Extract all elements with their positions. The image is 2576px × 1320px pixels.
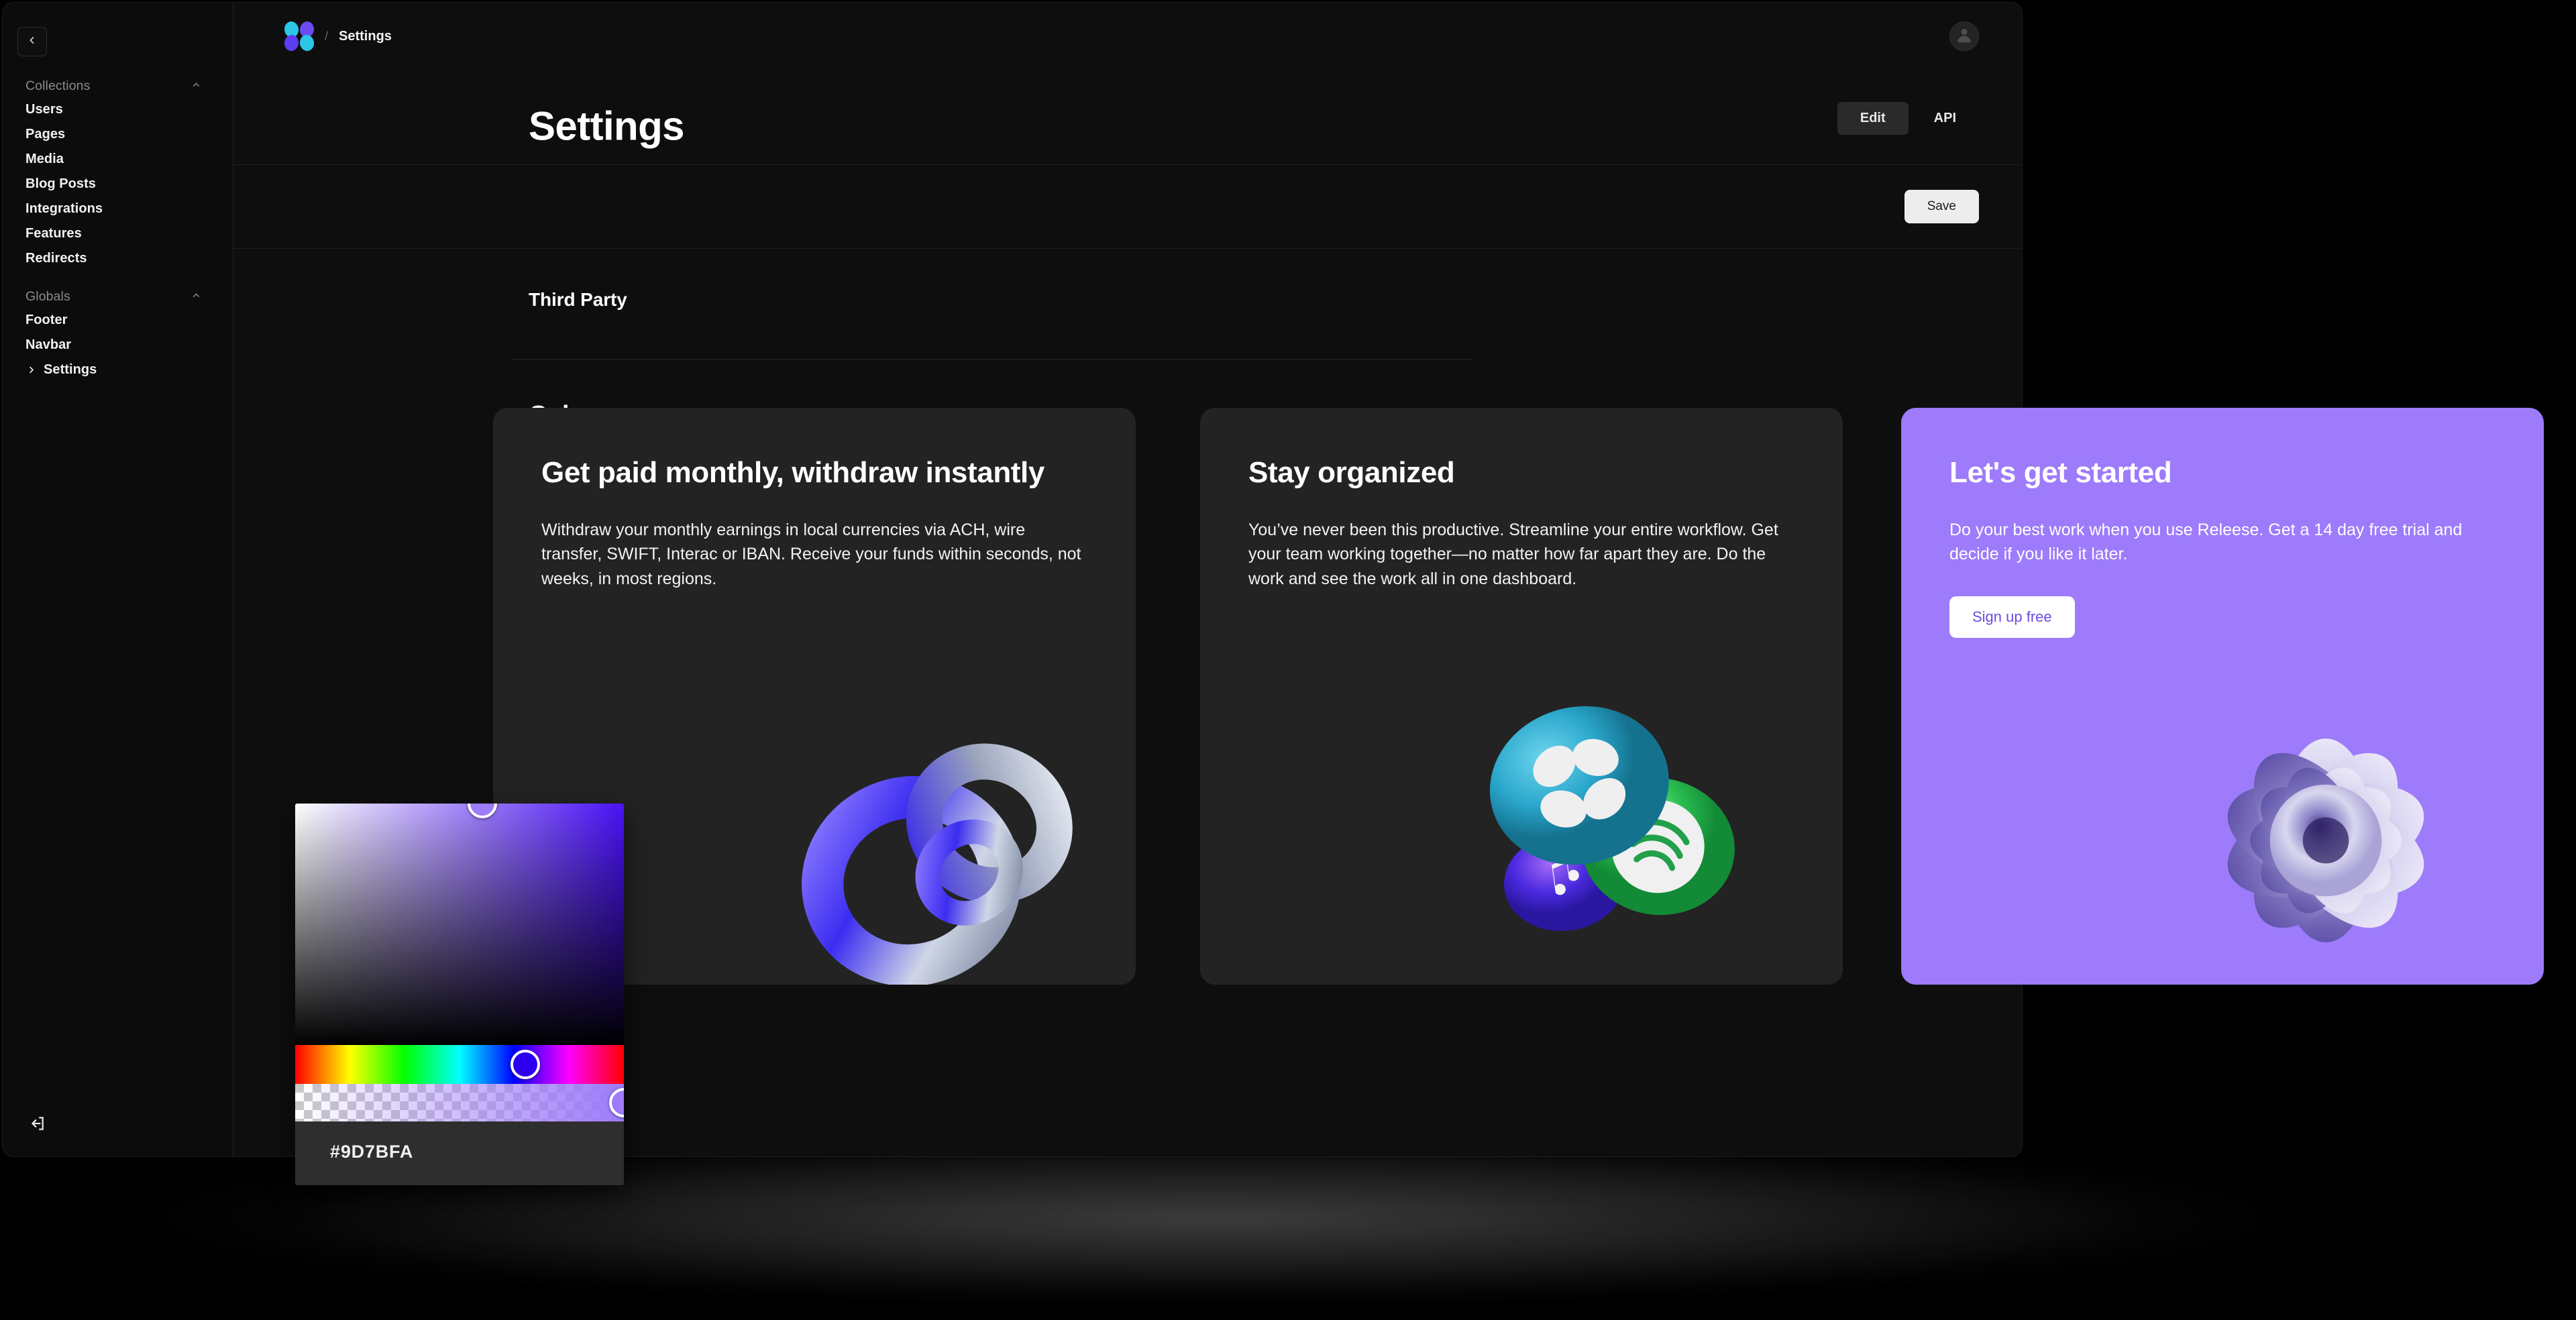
- chevron-left-icon: [27, 35, 38, 49]
- sidebar-item-settings[interactable]: Settings: [3, 358, 233, 382]
- alpha-slider[interactable]: [295, 1084, 624, 1121]
- sidebar-nav: Collections Users Pages Media Blog Posts: [3, 75, 233, 1113]
- sidebar-group-globals[interactable]: Globals: [3, 286, 233, 308]
- 3d-chrome-bloom-flower-icon: [2161, 676, 2490, 985]
- sidebar-item-label: Navbar: [25, 337, 72, 352]
- section-third-party: Third Party: [233, 249, 2022, 311]
- sidebar-item-redirects[interactable]: Redirects: [3, 246, 233, 271]
- save-button[interactable]: Save: [1904, 190, 1979, 223]
- sidebar: Collections Users Pages Media Blog Posts: [3, 3, 233, 1156]
- hue-slider[interactable]: [295, 1045, 624, 1084]
- hue-slider-handle[interactable]: [511, 1050, 540, 1079]
- sidebar-item-media[interactable]: Media: [3, 147, 233, 172]
- avatar[interactable]: [1949, 21, 1979, 51]
- sidebar-group-collections[interactable]: Collections: [3, 75, 233, 97]
- saturation-value-area[interactable]: [295, 804, 624, 1045]
- sidebar-item-label: Footer: [25, 313, 68, 327]
- chevron-up-icon: [191, 79, 202, 94]
- breadcrumb-separator: /: [325, 29, 329, 43]
- hex-value[interactable]: #9D7BFA: [295, 1121, 624, 1185]
- sidebar-footer: [3, 1113, 233, 1156]
- sidebar-item-label: Integrations: [25, 201, 103, 216]
- sidebar-item-pages[interactable]: Pages: [3, 122, 233, 147]
- preview-card-stay-organized: Stay organized You’ve never been this pr…: [1200, 408, 1843, 985]
- card-title: Get paid monthly, withdraw instantly: [541, 456, 1044, 489]
- screen-canvas: Collections Users Pages Media Blog Posts: [0, 0, 2576, 1320]
- save-toolbar: Save: [233, 165, 2022, 248]
- card-title: Let's get started: [1949, 456, 2172, 489]
- sign-up-free-button[interactable]: Sign up free: [1949, 596, 2075, 638]
- sidebar-collapse-button[interactable]: [17, 27, 47, 56]
- 3d-platform-discs-icon: [1460, 690, 1762, 951]
- chevron-right-icon[interactable]: [25, 364, 37, 376]
- saturation-value-handle[interactable]: [468, 804, 498, 818]
- preview-cards: Get paid monthly, withdraw instantly Wit…: [493, 408, 1843, 985]
- sidebar-item-label: Pages: [25, 127, 66, 142]
- card-body: Do your best work when you use Releese. …: [1949, 520, 2463, 564]
- sidebar-item-navbar[interactable]: Navbar: [3, 333, 233, 358]
- sidebar-item-label: Blog Posts: [25, 176, 96, 191]
- card-body: You’ve never been this productive. Strea…: [1248, 520, 1778, 588]
- logout-icon: [28, 1115, 46, 1136]
- sidebar-item-label: Settings: [44, 362, 97, 377]
- 3d-torus-knot-chrome-blue-icon: [786, 711, 1101, 985]
- user-avatar-icon: [1954, 25, 1974, 48]
- sidebar-item-users[interactable]: Users: [3, 97, 233, 122]
- view-tabs: Edit API: [1837, 102, 1979, 135]
- chevron-up-icon: [191, 290, 202, 305]
- topbar: / Settings: [233, 3, 2022, 70]
- sidebar-group-label: Collections: [25, 78, 91, 93]
- breadcrumb-current[interactable]: Settings: [339, 29, 392, 44]
- page-header: Settings Edit API: [233, 70, 2022, 164]
- card-body: Withdraw your monthly earnings in local …: [541, 520, 1081, 588]
- sidebar-item-label: Users: [25, 102, 63, 117]
- sidebar-item-integrations[interactable]: Integrations: [3, 197, 233, 221]
- sidebar-item-features[interactable]: Features: [3, 221, 233, 246]
- sidebar-group-label: Globals: [25, 289, 70, 304]
- color-picker-popover[interactable]: #9D7BFA: [295, 804, 624, 1185]
- sidebar-item-label: Redirects: [25, 251, 87, 266]
- sidebar-item-label: Features: [25, 226, 82, 241]
- page-title: Settings: [529, 103, 684, 149]
- alpha-slider-handle[interactable]: [609, 1088, 624, 1117]
- tab-api[interactable]: API: [1911, 102, 1979, 135]
- tab-edit[interactable]: Edit: [1837, 102, 1909, 135]
- section-title: Third Party: [529, 289, 627, 310]
- releese-clover-logo-icon[interactable]: [283, 20, 315, 52]
- card-title: Stay organized: [1248, 456, 1455, 489]
- breadcrumb: / Settings: [283, 20, 392, 52]
- preview-card-get-started: Let's get started Do your best work when…: [1901, 408, 2544, 985]
- sidebar-item-label: Media: [25, 152, 64, 166]
- logout-button[interactable]: [25, 1113, 48, 1136]
- sidebar-item-footer[interactable]: Footer: [3, 308, 233, 333]
- sidebar-item-blog-posts[interactable]: Blog Posts: [3, 172, 233, 197]
